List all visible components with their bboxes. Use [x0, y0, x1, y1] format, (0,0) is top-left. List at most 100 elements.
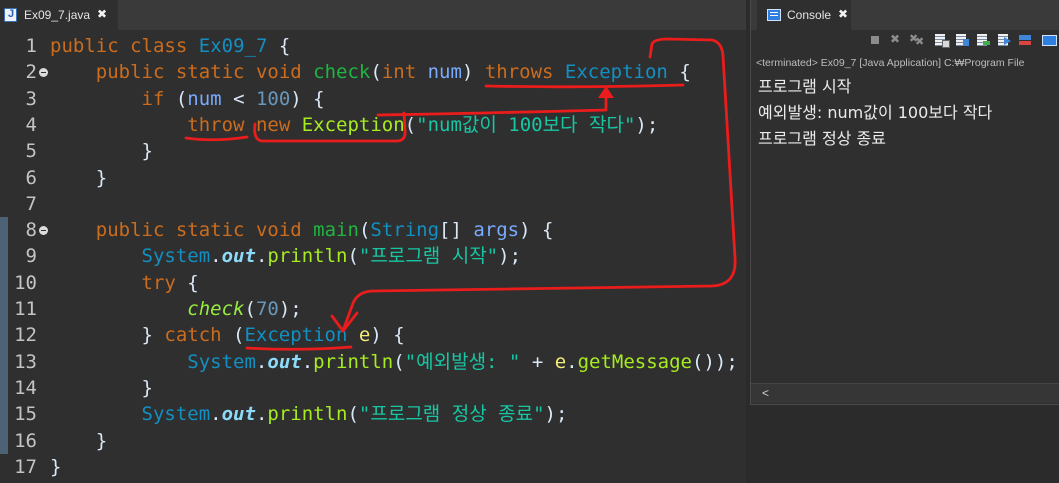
- console-launch-status: <terminated> Ex09_7 [Java Application] C…: [756, 57, 1025, 69]
- code-text[interactable]: if (num < 100) {: [50, 86, 325, 112]
- line-number: 6: [25, 166, 37, 189]
- word-wrap-icon[interactable]: [975, 32, 991, 48]
- code-text[interactable]: }: [50, 454, 61, 480]
- code-line[interactable]: 10 try {: [0, 270, 746, 296]
- close-icon[interactable]: [96, 7, 110, 22]
- show-console-on-output-icon[interactable]: [996, 32, 1012, 48]
- code-line[interactable]: 14 }: [0, 375, 746, 401]
- code-token: static: [175, 219, 245, 242]
- code-token: println: [267, 403, 348, 426]
- console-output[interactable]: 프로그램 시작 예외발생: num값이 100보다 작다 프로그램 정상 종료: [751, 73, 1059, 381]
- code-token: .: [255, 245, 268, 268]
- code-text[interactable]: }: [50, 375, 153, 401]
- code-token: public: [95, 61, 165, 84]
- code-line[interactable]: 6 }: [0, 165, 746, 191]
- console-tab-label: Console: [787, 8, 832, 22]
- collapse-icon[interactable]: [39, 68, 48, 78]
- code-token: static: [175, 61, 245, 84]
- code-token: void: [255, 219, 302, 242]
- code-token: num: [427, 61, 462, 84]
- code-token: out: [221, 403, 256, 426]
- code-token: public: [95, 219, 165, 242]
- code-token: catch: [164, 324, 222, 347]
- code-token: "예외발생: ": [404, 350, 521, 373]
- display-selected-console-icon[interactable]: [1041, 32, 1057, 48]
- code-text[interactable]: throw new Exception("num값이 100보다 작다");: [50, 112, 658, 138]
- code-line[interactable]: 2 public static void check(int num) thro…: [0, 59, 746, 85]
- code-line[interactable]: 5 }: [0, 138, 746, 164]
- code-text[interactable]: System.out.println("프로그램 정상 종료");: [50, 401, 568, 427]
- horizontal-scrollbar[interactable]: <: [751, 383, 1059, 403]
- code-token: (: [404, 113, 417, 136]
- code-token: (: [358, 219, 371, 242]
- code-text[interactable]: public static void main(String[] args) {: [50, 217, 554, 243]
- clear-console-icon[interactable]: [933, 32, 950, 48]
- code-token: try: [141, 271, 176, 294]
- code-token: ) {: [370, 324, 405, 347]
- code-token: {: [667, 61, 691, 84]
- terminate-icon[interactable]: [867, 32, 883, 48]
- code-line[interactable]: 3 if (num < 100) {: [0, 86, 746, 112]
- close-icon[interactable]: [837, 7, 851, 22]
- code-token: );: [498, 245, 522, 268]
- code-text[interactable]: } catch (Exception e) {: [50, 322, 405, 348]
- console-panel: Console <terminated> Ex09_7 [Java Applic…: [750, 0, 1059, 405]
- code-line[interactable]: 7: [0, 191, 746, 217]
- code-token: Exception: [564, 61, 668, 84]
- code-token: <: [221, 87, 256, 110]
- code-token: );: [635, 113, 659, 136]
- code-text[interactable]: }: [50, 138, 153, 164]
- code-token: .: [566, 350, 578, 373]
- code-text[interactable]: System.out.println("예외발생: " + e.getMessa…: [50, 349, 738, 375]
- code-line[interactable]: 8 public static void main(String[] args)…: [0, 217, 746, 243]
- code-token: args: [473, 219, 520, 242]
- scroll-lock-icon[interactable]: [954, 32, 970, 48]
- code-line[interactable]: 15 System.out.println("프로그램 정상 종료");: [0, 401, 746, 427]
- collapse-icon[interactable]: [39, 226, 48, 236]
- console-output-line: 프로그램 시작: [758, 77, 852, 96]
- scroll-left-arrow[interactable]: <: [762, 384, 769, 403]
- code-line[interactable]: 4 throw new Exception("num값이 100보다 작다");: [0, 112, 746, 138]
- code-line[interactable]: 16 }: [0, 428, 746, 454]
- code-token: "num값이 100보다 작다": [416, 113, 636, 136]
- code-token: ) {: [519, 219, 554, 242]
- code-line[interactable]: 12 } catch (Exception e) {: [0, 322, 746, 348]
- code-text[interactable]: public static void check(int num) throws…: [50, 59, 691, 85]
- code-text[interactable]: public class Ex09_7 {: [50, 33, 290, 59]
- code-lines[interactable]: 1 public class Ex09_7 {2 public static vo…: [0, 30, 746, 483]
- code-token: (: [347, 403, 359, 426]
- remove-launch-icon[interactable]: [888, 32, 904, 48]
- code-line[interactable]: 11 check(70);: [0, 296, 746, 322]
- code-line[interactable]: 9 System.out.println("프로그램 시작");: [0, 243, 746, 269]
- code-text[interactable]: }: [50, 428, 107, 454]
- code-token: +: [520, 350, 555, 373]
- editor-tab[interactable]: Ex09_7.java: [0, 0, 118, 30]
- code-text[interactable]: }: [50, 165, 107, 191]
- line-number: 8: [25, 219, 37, 242]
- code-line[interactable]: 13 System.out.println("예외발생: " + e.getMe…: [0, 349, 746, 375]
- code-line[interactable]: 17}: [0, 454, 746, 480]
- code-text[interactable]: System.out.println("프로그램 시작");: [50, 243, 522, 269]
- code-editor[interactable]: 1 public class Ex09_7 {2 public static vo…: [0, 30, 746, 483]
- code-token: (: [221, 324, 245, 347]
- code-text[interactable]: try {: [50, 270, 199, 296]
- pin-console-icon[interactable]: [1017, 32, 1033, 48]
- code-token: .: [255, 350, 268, 373]
- console-tab[interactable]: Console: [757, 0, 851, 30]
- code-token: println: [313, 350, 394, 373]
- code-text[interactable]: check(70);: [50, 296, 301, 322]
- code-token: (: [393, 350, 405, 373]
- code-line[interactable]: 1 public class Ex09_7 {: [0, 33, 746, 59]
- code-token: ());: [692, 350, 738, 373]
- remove-all-terminated-icon[interactable]: [909, 32, 925, 48]
